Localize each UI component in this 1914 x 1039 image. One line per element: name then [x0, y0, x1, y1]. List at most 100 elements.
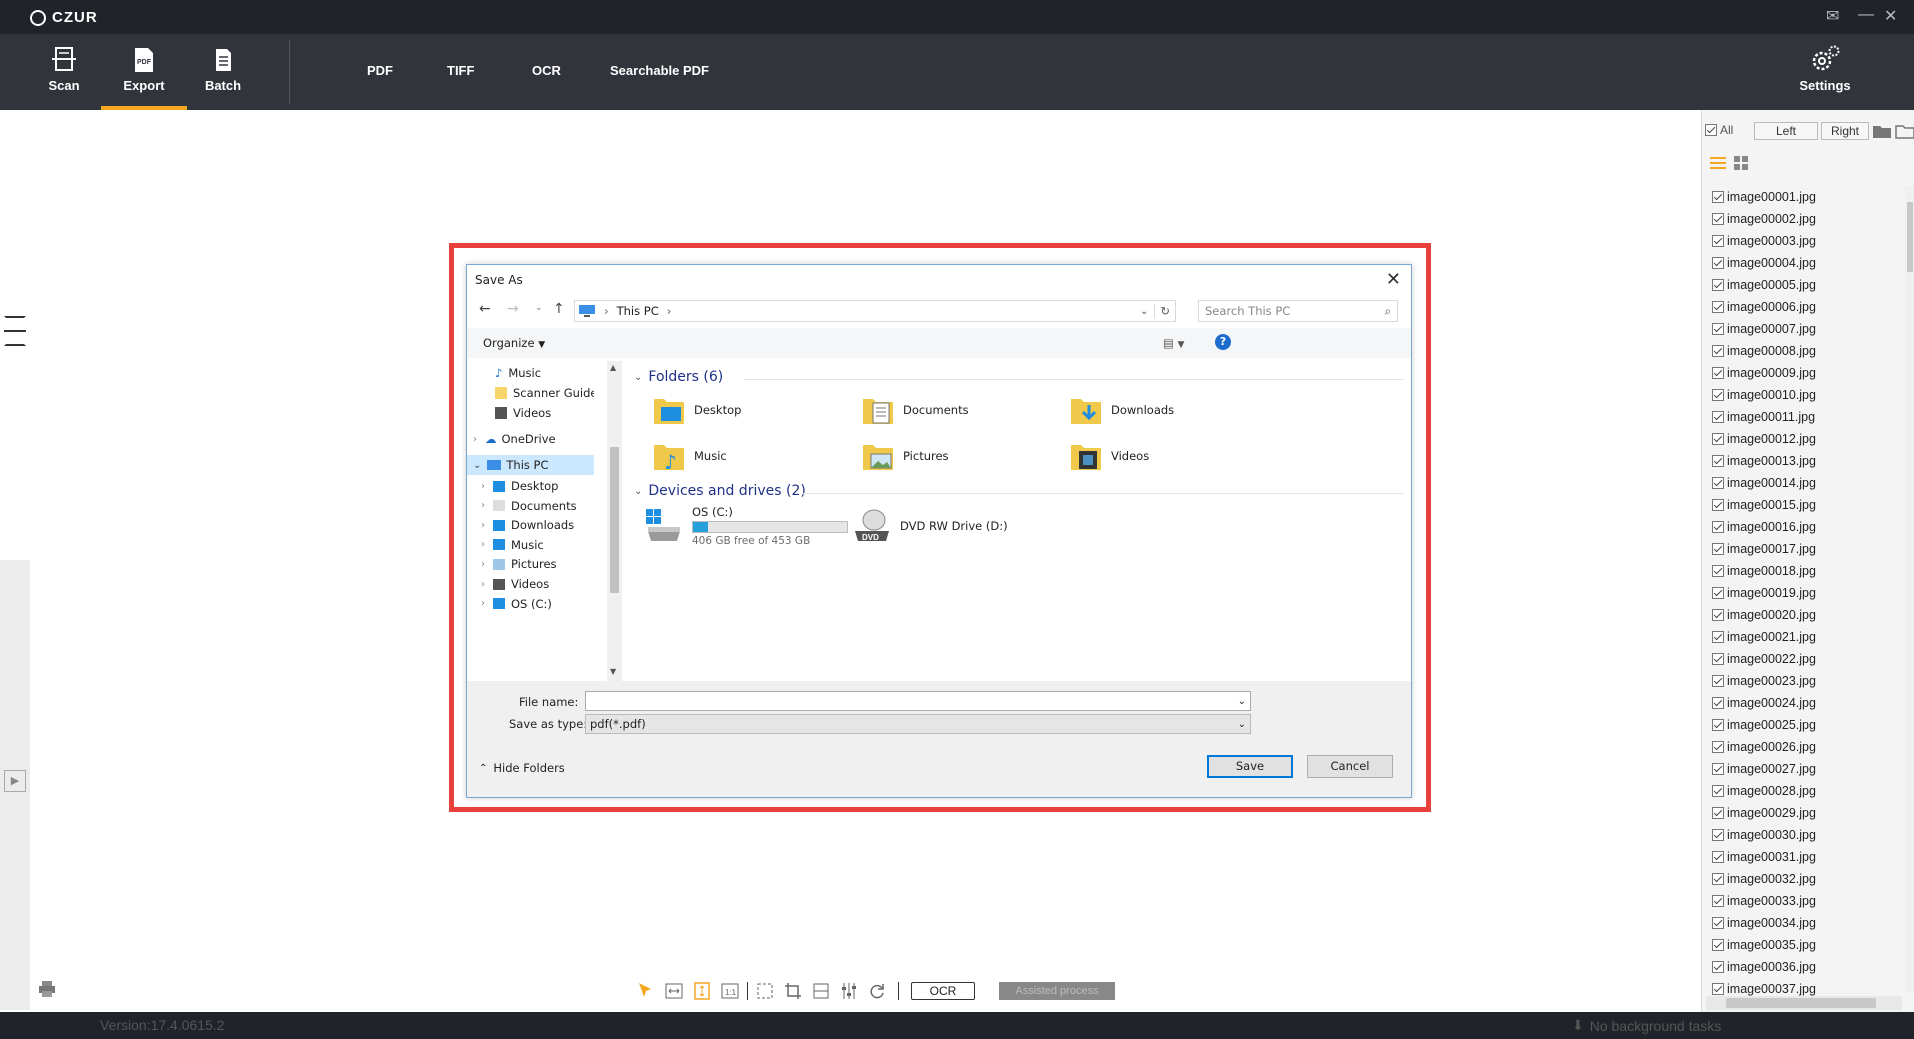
file-list-item[interactable]: image00021.jpg — [1712, 626, 1902, 648]
adjust-icon[interactable] — [838, 980, 860, 1002]
nav-item-pc-child[interactable]: › Music — [481, 535, 544, 555]
pointer-icon[interactable] — [635, 980, 657, 1002]
file-list-item[interactable]: image00008.jpg — [1712, 340, 1902, 362]
file-checkbox[interactable] — [1712, 411, 1724, 423]
folder-videos[interactable]: Videos — [1069, 439, 1149, 473]
scroll-down-icon[interactable]: ▼ — [610, 667, 616, 676]
all-checkbox[interactable] — [1705, 124, 1717, 136]
organize-menu[interactable]: Organize ▼ — [483, 336, 545, 350]
format-ocr-button[interactable]: OCR — [532, 63, 561, 78]
file-checkbox[interactable] — [1712, 213, 1724, 225]
rotate-icon[interactable] — [866, 980, 888, 1002]
view-options-icon[interactable]: ▤ ▼ — [1163, 336, 1184, 350]
breadcrumb-this-pc[interactable]: This PC — [617, 304, 659, 318]
nav-scroll-thumb[interactable] — [610, 447, 619, 593]
expand-icon[interactable]: › — [481, 598, 485, 609]
expand-icon[interactable]: › — [481, 520, 485, 531]
format-pdf-button[interactable]: PDF — [367, 63, 393, 78]
address-bar[interactable]: › This PC › ⌄ ↻ — [574, 300, 1176, 322]
hscrollbar-thumb[interactable] — [1726, 998, 1876, 1008]
file-list-item[interactable]: image00029.jpg — [1712, 802, 1902, 824]
devices-group-header[interactable]: ⌄ Devices and drives (2) — [634, 483, 806, 499]
file-checkbox[interactable] — [1712, 521, 1724, 533]
file-checkbox[interactable] — [1712, 653, 1724, 665]
file-checkbox[interactable] — [1712, 829, 1724, 841]
add-folder-icon[interactable] — [1872, 122, 1892, 140]
file-list-item[interactable]: image00020.jpg — [1712, 604, 1902, 626]
assisted-process-button[interactable]: Assisted process — [999, 982, 1115, 1000]
file-list-item[interactable]: image00010.jpg — [1712, 384, 1902, 406]
filename-input[interactable]: ⌄ — [585, 691, 1251, 711]
split-icon[interactable] — [810, 980, 832, 1002]
scan-area-icon[interactable] — [4, 316, 26, 346]
back-arrow-icon[interactable]: ← — [479, 301, 491, 317]
file-list-item[interactable]: image00002.jpg — [1712, 208, 1902, 230]
file-checkbox[interactable] — [1712, 477, 1724, 489]
open-folder-icon[interactable] — [1895, 122, 1914, 140]
play-icon[interactable]: ▶ — [4, 770, 26, 792]
file-checkbox[interactable] — [1712, 235, 1724, 247]
file-checkbox[interactable] — [1712, 697, 1724, 709]
file-checkbox[interactable] — [1712, 279, 1724, 291]
file-list-item[interactable]: image00011.jpg — [1712, 406, 1902, 428]
scroll-up-icon[interactable]: ▲ — [610, 363, 616, 372]
file-checkbox[interactable] — [1712, 455, 1724, 467]
file-list-item[interactable]: image00025.jpg — [1712, 714, 1902, 736]
forward-arrow-icon[interactable]: → — [507, 301, 519, 317]
file-checkbox[interactable] — [1712, 389, 1724, 401]
nav-item-pc-child[interactable]: › Downloads — [481, 515, 574, 535]
file-checkbox[interactable] — [1712, 741, 1724, 753]
file-list-item[interactable]: image00012.jpg — [1712, 428, 1902, 450]
nav-item-pc-child[interactable]: › Pictures — [481, 554, 557, 574]
file-checkbox[interactable] — [1712, 367, 1724, 379]
file-list-item[interactable]: image00031.jpg — [1712, 846, 1902, 868]
file-list-item[interactable]: image00035.jpg — [1712, 934, 1902, 956]
nav-item-this-pc[interactable]: ⌄ This PC — [467, 455, 594, 475]
close-icon[interactable]: ✕ — [1884, 6, 1897, 26]
folder-pictures[interactable]: Pictures — [861, 439, 949, 473]
file-checkbox[interactable] — [1712, 323, 1724, 335]
file-checkbox[interactable] — [1712, 301, 1724, 313]
file-checkbox[interactable] — [1712, 873, 1724, 885]
print-icon[interactable] — [38, 980, 56, 998]
format-tiff-button[interactable]: TIFF — [447, 63, 474, 78]
file-checkbox[interactable] — [1712, 983, 1724, 995]
file-checkbox[interactable] — [1712, 499, 1724, 511]
file-list-item[interactable]: image00036.jpg — [1712, 956, 1902, 978]
nav-item-onedrive[interactable]: › ☁ OneDrive — [473, 429, 556, 449]
file-checkbox[interactable] — [1712, 587, 1724, 599]
file-list-item[interactable]: image00018.jpg — [1712, 560, 1902, 582]
expand-icon[interactable]: › — [481, 579, 485, 590]
file-checkbox[interactable] — [1712, 785, 1724, 797]
file-checkbox[interactable] — [1712, 191, 1724, 203]
file-checkbox[interactable] — [1712, 851, 1724, 863]
nav-item-scanner-guide[interactable]: Scanner Guide Ir — [495, 383, 594, 403]
file-checkbox[interactable] — [1712, 609, 1724, 621]
recent-dropdown-icon[interactable]: ⌄ — [535, 303, 543, 313]
navigation-scrollbar[interactable]: ▲ ▼ — [607, 361, 622, 681]
cancel-button[interactable]: Cancel — [1307, 755, 1393, 778]
nav-item-videos[interactable]: Videos — [495, 403, 551, 423]
folders-group-header[interactable]: ⌄ Folders (6) — [634, 369, 723, 385]
left-button[interactable]: Left — [1754, 122, 1818, 140]
file-list-item[interactable]: image00019.jpg — [1712, 582, 1902, 604]
grid-view-icon[interactable] — [1734, 156, 1748, 170]
drive-os-c[interactable]: OS (C:) 406 GB free of 453 GB — [644, 505, 848, 547]
file-checkbox[interactable] — [1712, 763, 1724, 775]
nav-item-music[interactable]: ♪ Music — [495, 363, 541, 383]
batch-button[interactable]: Batch — [188, 46, 258, 93]
minimize-icon[interactable]: — — [1858, 6, 1874, 24]
scan-button[interactable]: Scan — [29, 46, 99, 93]
file-list-item[interactable]: image00026.jpg — [1712, 736, 1902, 758]
savetype-select[interactable]: pdf(*.pdf) ⌄ — [585, 714, 1251, 734]
file-checkbox[interactable] — [1712, 257, 1724, 269]
fit-width-icon[interactable] — [663, 980, 685, 1002]
file-list-item[interactable]: image00028.jpg — [1712, 780, 1902, 802]
file-checkbox[interactable] — [1712, 345, 1724, 357]
format-searchable-pdf-button[interactable]: Searchable PDF — [610, 63, 709, 78]
expand-icon[interactable]: › — [481, 481, 485, 492]
address-dropdown-icon[interactable]: ⌄ — [1140, 306, 1148, 317]
file-list-item[interactable]: image00003.jpg — [1712, 230, 1902, 252]
file-list-item[interactable]: image00024.jpg — [1712, 692, 1902, 714]
file-checkbox[interactable] — [1712, 675, 1724, 687]
